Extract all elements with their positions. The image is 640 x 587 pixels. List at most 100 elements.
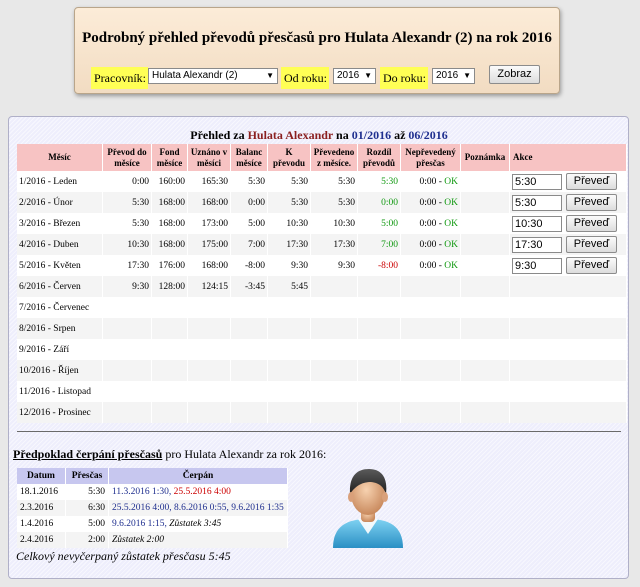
status-ok: OK	[444, 260, 458, 271]
cell-month: 9/2016 - Září	[17, 339, 103, 360]
cell-overtime: 2:00	[65, 532, 109, 548]
cell-akce	[509, 339, 627, 360]
overview-title: Přehled za Hulata Alexandr na 01/2016 až…	[9, 128, 629, 143]
cell-poznamka	[460, 276, 510, 297]
used-entry: 9.6.2016 1:15,	[112, 519, 170, 529]
transfer-input[interactable]: 17:30	[512, 236, 562, 253]
cell-neprev	[400, 381, 461, 402]
to-year-select[interactable]: 2016 ▼	[432, 68, 475, 84]
col-header: Datum	[17, 468, 66, 484]
cell-month: 11/2016 - Listopad	[17, 381, 103, 402]
cell-akce	[509, 276, 627, 297]
cell-prevedeno	[310, 339, 358, 360]
table-row: 9/2016 - Září	[17, 339, 627, 360]
table-row: 3/2016 - Březen 5:30 168:00 173:00 5:00 10:30…	[17, 213, 627, 234]
col-header: Akce	[509, 144, 627, 171]
cell-month: 7/2016 - Červenec	[17, 297, 103, 318]
cell-balanc	[230, 402, 268, 423]
unused-overtime-value: 0:00 -	[419, 218, 445, 229]
transfer-input[interactable]: 10:30	[512, 215, 562, 232]
cell-used: Zůstatek 2:00	[108, 532, 288, 548]
cell-prevod: 5:30	[102, 213, 152, 234]
cell-balanc: 5:30	[230, 171, 268, 192]
cell-rozdil	[357, 339, 401, 360]
cell-k-prevodu: 17:30	[267, 234, 311, 255]
transfer-button[interactable]: Převeď	[566, 236, 617, 253]
cell-prevod	[102, 360, 152, 381]
employee-select[interactable]: Hulata Alexandr (2) ▼	[148, 68, 278, 84]
cell-k-prevodu	[267, 339, 311, 360]
status-ok: OK	[444, 176, 458, 187]
cell-neprev: 0:00 - OK	[400, 234, 461, 255]
table-row: 7/2016 - Červenec	[17, 297, 627, 318]
employee-label: Pracovník:	[91, 67, 148, 89]
cell-poznamka	[460, 213, 510, 234]
table-row: 5/2016 - Květen 17:30 176:00 168:00 -8:00 9:3…	[17, 255, 627, 276]
cell-akce: 5:30 Převeď	[509, 171, 627, 192]
transfer-button[interactable]: Převeď	[566, 257, 617, 274]
cell-akce	[509, 402, 627, 423]
overview-header-row: Měsíc Převod do měsíce Fond měsíce Uznán…	[17, 144, 627, 171]
cell-prevedeno: 9:30	[310, 255, 358, 276]
cell-balanc	[230, 339, 268, 360]
cell-poznamka	[460, 318, 510, 339]
forecast-title: Předpoklad čerpání přesčasů pro Hulata A…	[13, 447, 326, 462]
cell-overtime: 6:30	[65, 500, 109, 516]
unused-overtime-value: 0:00 -	[419, 176, 445, 187]
col-header: Poznámka	[460, 144, 510, 171]
transfer-button[interactable]: Převeď	[566, 215, 617, 232]
cell-fond: 168:00	[151, 234, 188, 255]
cell-poznamka	[460, 402, 510, 423]
cell-prevod: 5:30	[102, 192, 152, 213]
transfer-input[interactable]: 5:30	[512, 194, 562, 211]
cell-k-prevodu: 5:45	[267, 276, 311, 297]
cell-poznamka	[460, 381, 510, 402]
status-ok: OK	[444, 197, 458, 208]
cell-month: 5/2016 - Květen	[17, 255, 103, 276]
cell-uznano: 165:30	[187, 171, 231, 192]
cell-uznano: 175:00	[187, 234, 231, 255]
cell-fond	[151, 402, 188, 423]
col-header: Převedeno z měsíce.	[310, 144, 358, 171]
cell-uznano	[187, 339, 231, 360]
show-button[interactable]: Zobraz	[489, 65, 540, 84]
cell-uznano: 173:00	[187, 213, 231, 234]
cell-k-prevodu	[267, 360, 311, 381]
transfer-button[interactable]: Převeď	[566, 173, 617, 190]
cell-akce	[509, 381, 627, 402]
cell-k-prevodu: 5:30	[267, 192, 311, 213]
forecast-row: 2.3.2016 6:30 25.5.2016 4:00, 8.6.2016 0:5…	[17, 500, 288, 516]
transfer-button[interactable]: Převeď	[566, 194, 617, 211]
cell-akce: 5:30 Převeď	[509, 192, 627, 213]
cell-uznano: 168:00	[187, 192, 231, 213]
from-year-select[interactable]: 2016 ▼	[333, 68, 376, 84]
unused-overtime-value: 0:00 -	[419, 239, 445, 250]
cell-uznano: 124:15	[187, 276, 231, 297]
transfer-input[interactable]: 9:30	[512, 257, 562, 274]
chevron-down-icon: ▼	[364, 71, 372, 80]
filter-panel: Podrobný přehled převodů přesčasů pro Hu…	[74, 7, 560, 94]
to-year-label: Do roku:	[380, 67, 428, 89]
forecast-title-bold: Předpoklad čerpání přesčasů	[13, 447, 163, 461]
cell-prevod	[102, 297, 152, 318]
col-header: Balanc měsíce	[230, 144, 268, 171]
cell-balanc	[230, 318, 268, 339]
cell-neprev	[400, 276, 461, 297]
cell-neprev	[400, 297, 461, 318]
main-panel: Přehled za Hulata Alexandr na 01/2016 až…	[8, 116, 629, 579]
cell-prevedeno	[310, 360, 358, 381]
cell-poznamka	[460, 234, 510, 255]
cell-akce	[509, 360, 627, 381]
cell-month: 6/2016 - Červen	[17, 276, 103, 297]
transfer-input[interactable]: 5:30	[512, 173, 562, 190]
cell-overtime: 5:30	[65, 484, 109, 500]
forecast-header-row: Datum Přesčas Čerpán	[17, 468, 288, 484]
status-ok: OK	[444, 218, 458, 229]
col-header: Měsíc	[17, 144, 103, 171]
cell-date: 2.4.2016	[17, 532, 66, 548]
user-avatar-icon	[333, 469, 403, 548]
cell-prevod: 10:30	[102, 234, 152, 255]
to-year-value: 2016	[436, 70, 459, 81]
cell-fond	[151, 360, 188, 381]
cell-date: 2.3.2016	[17, 500, 66, 516]
